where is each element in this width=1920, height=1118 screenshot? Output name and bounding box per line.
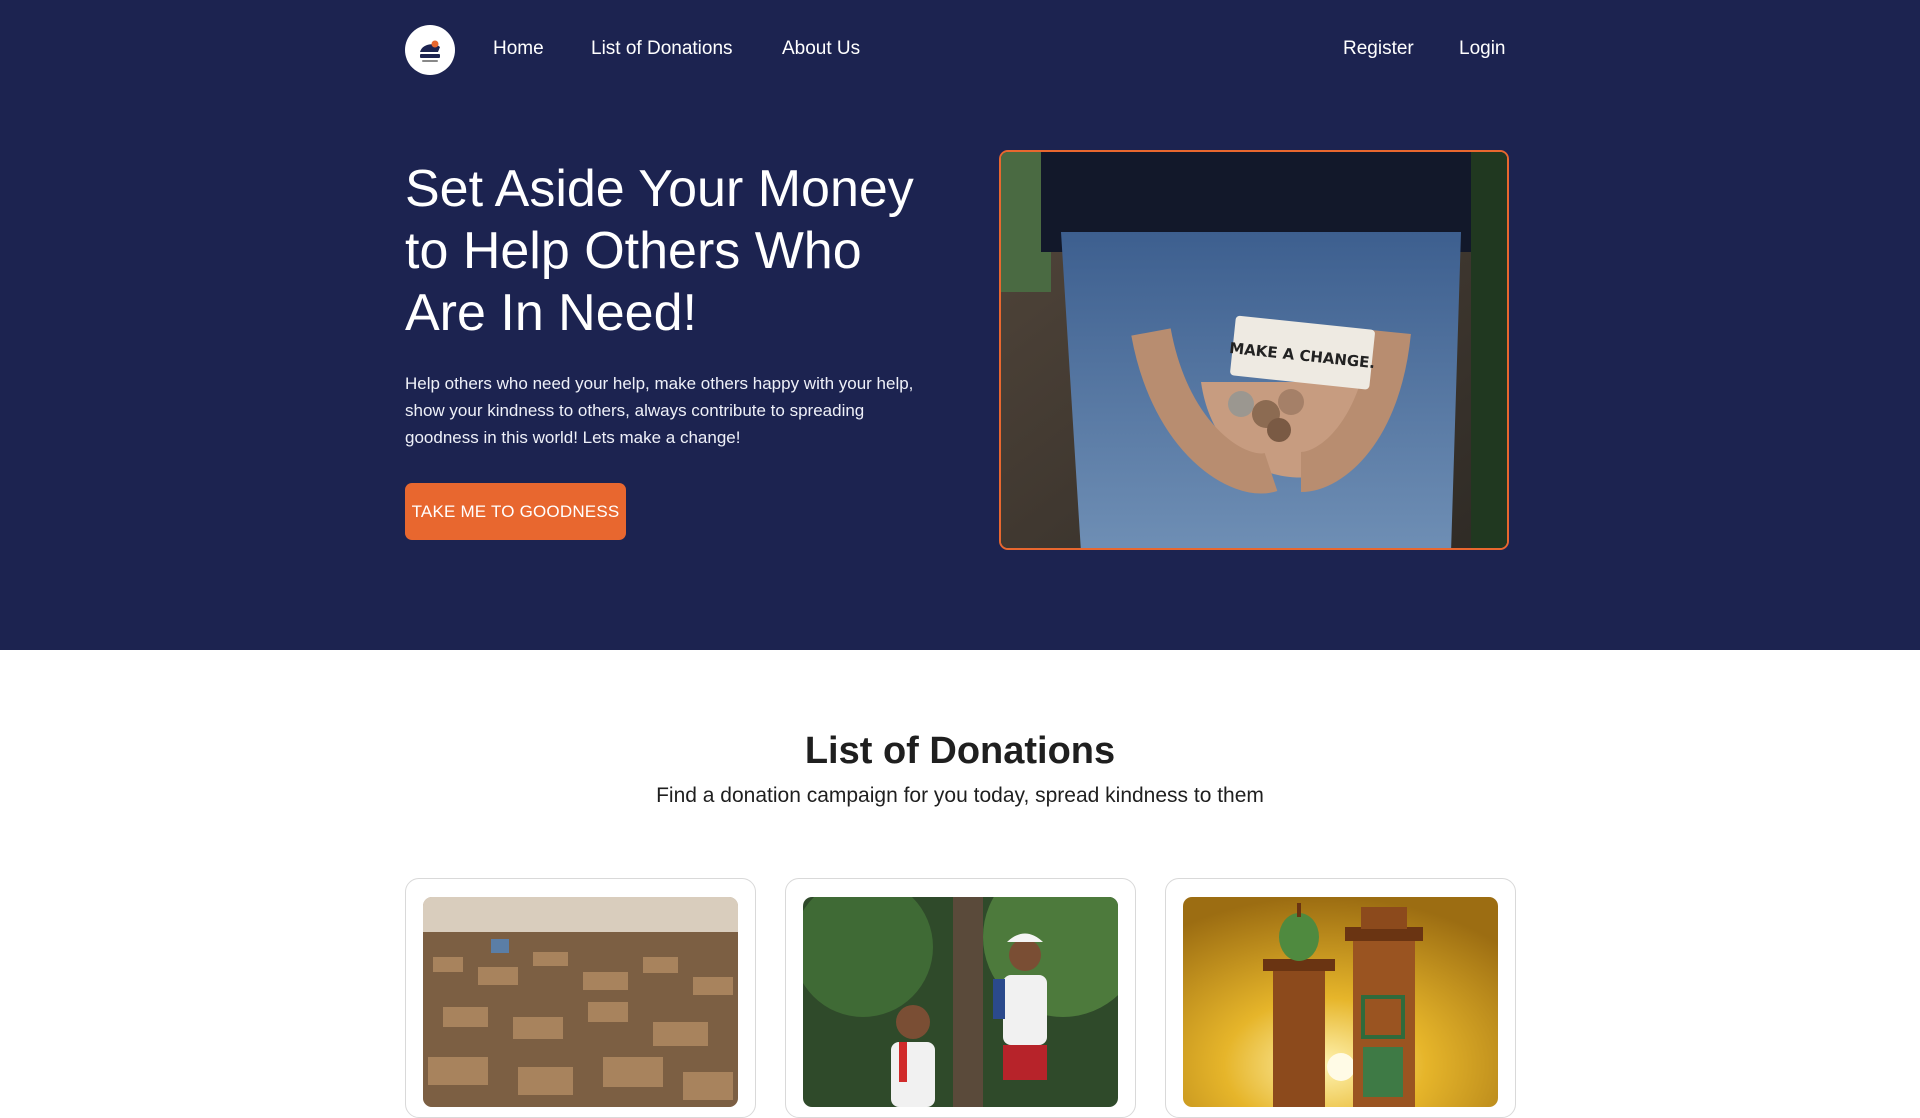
donations-section-subtitle: Find a donation campaign for you today, … bbox=[656, 784, 1264, 807]
top-navigation: Home List of Donations About Us Register… bbox=[405, 25, 1508, 75]
take-me-to-goodness-button[interactable]: TAKE ME TO GOODNESS bbox=[405, 483, 626, 540]
donation-card-image bbox=[423, 897, 738, 1107]
hero-title: Set Aside Your Money to Help Others Who … bbox=[405, 160, 914, 342]
nav-list-of-donations[interactable]: List of Donations bbox=[591, 38, 733, 60]
donation-card[interactable] bbox=[405, 878, 756, 1118]
charity-logo-icon[interactable] bbox=[405, 25, 455, 75]
nav-register[interactable]: Register bbox=[1343, 38, 1414, 60]
donation-card[interactable] bbox=[1165, 878, 1516, 1118]
nav-login[interactable]: Login bbox=[1459, 38, 1506, 60]
nav-home[interactable]: Home bbox=[493, 38, 544, 60]
nav-about-us[interactable]: About Us bbox=[782, 38, 860, 60]
donations-section-title: List of Donations bbox=[804, 730, 1116, 772]
donation-card-image bbox=[1183, 897, 1498, 1107]
donation-card-image bbox=[803, 897, 1118, 1107]
hero-description: Help others who need your help, make oth… bbox=[405, 374, 914, 447]
donation-card[interactable] bbox=[785, 878, 1136, 1118]
hero-section bbox=[0, 0, 1920, 650]
hero-image: MAKE A CHANGE. bbox=[999, 150, 1509, 550]
